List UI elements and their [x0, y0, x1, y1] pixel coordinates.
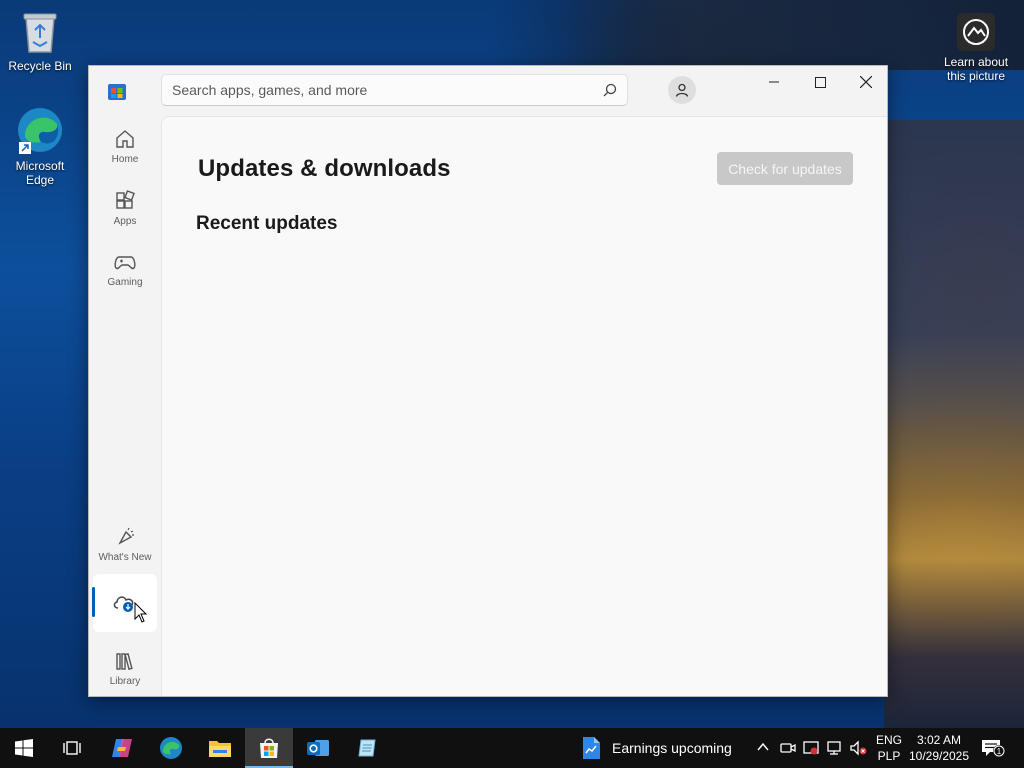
meet-now-icon[interactable]	[780, 740, 796, 756]
folder-icon	[209, 741, 231, 757]
whats-new-icon	[118, 527, 134, 545]
mouse-pointer-icon	[134, 602, 148, 623]
copilot-icon	[112, 739, 132, 757]
language-line-2: PLP	[877, 749, 901, 763]
title-bar	[89, 66, 887, 116]
network-icon[interactable]	[827, 740, 843, 756]
search-box[interactable]	[161, 74, 628, 106]
sidebar-nav: Home Apps Gaming What's New Library	[89, 116, 161, 696]
sidebar-item-label: Home	[111, 153, 139, 165]
search-input[interactable]	[162, 75, 627, 105]
store-icon	[260, 738, 278, 758]
system-clock[interactable]: 3:02 AM 10/29/2025	[908, 732, 970, 764]
taskbar-file-explorer[interactable]	[196, 728, 244, 768]
taskbar-copilot[interactable]	[98, 728, 146, 768]
sidebar-item-label: Gaming	[107, 276, 143, 288]
clock-time: 3:02 AM	[916, 733, 962, 747]
microsoft-edge-label: Microsoft Edge	[15, 159, 65, 187]
news-widget[interactable]: Earnings upcoming	[580, 728, 732, 768]
close-icon	[860, 76, 872, 88]
sidebar-item-label: Apps	[113, 215, 137, 227]
desktop-icon-microsoft-edge[interactable]: Microsoft Edge	[2, 104, 78, 187]
taskbar-notepad[interactable]	[343, 728, 391, 768]
edge-icon	[18, 108, 62, 154]
outlook-icon	[307, 740, 329, 756]
notification-count: 1	[997, 747, 1002, 756]
page-title: Updates & downloads	[198, 155, 451, 182]
minimize-icon	[769, 81, 779, 83]
sidebar-item-gaming[interactable]: Gaming	[93, 242, 157, 298]
edge-icon	[160, 737, 182, 759]
recycle-bin-label: Recycle Bin	[8, 59, 72, 73]
gamepad-icon	[114, 255, 136, 269]
microsoft-store-window: Home Apps Gaming What's New	[88, 65, 888, 697]
desktop-icon-recycle-bin[interactable]: Recycle Bin	[2, 8, 78, 73]
desktop-icon-learn-about-picture[interactable]: Learn about this picture	[936, 12, 1016, 83]
sidebar-item-label: What's New	[98, 551, 152, 563]
news-headline: Earnings upcoming	[612, 740, 732, 756]
camera-info-icon	[957, 13, 995, 51]
learn-about-picture-label: Learn about this picture	[943, 55, 1009, 83]
volume-muted-icon[interactable]	[850, 740, 868, 756]
recycle-bin-icon	[23, 13, 57, 53]
stock-news-icon	[583, 737, 600, 759]
maximize-icon	[814, 76, 826, 88]
task-view-button[interactable]	[48, 728, 96, 768]
taskbar: Earnings upcoming ENG PLP 3:02 AM 10/29/…	[0, 728, 1024, 768]
sidebar-item-whats-new[interactable]: What's New	[93, 516, 157, 572]
task-view-icon	[63, 741, 81, 755]
notification-center-button[interactable]: 1	[980, 738, 1006, 763]
maximize-button[interactable]	[797, 66, 843, 98]
clock-date: 10/29/2025	[908, 749, 970, 763]
sidebar-item-apps[interactable]: Apps	[93, 180, 157, 236]
close-button[interactable]	[843, 66, 889, 98]
input-language-indicator[interactable]: ENG PLP	[876, 732, 902, 764]
user-icon	[675, 83, 689, 97]
store-logo-icon	[108, 84, 126, 100]
sidebar-item-library[interactable]: Library	[93, 640, 157, 696]
sidebar-item-home[interactable]: Home	[93, 118, 157, 174]
account-button[interactable]	[668, 76, 696, 104]
library-icon	[116, 652, 133, 670]
windows-logo-icon	[15, 739, 33, 757]
security-icon[interactable]	[803, 740, 819, 756]
start-button[interactable]	[0, 728, 48, 768]
active-indicator	[92, 587, 95, 617]
notification-icon: 1	[982, 740, 1005, 757]
recent-updates-heading: Recent updates	[196, 213, 338, 234]
minimize-button[interactable]	[751, 66, 797, 98]
language-line-1: ENG	[876, 733, 903, 747]
search-icon[interactable]	[603, 83, 617, 97]
wallpaper-rock-right	[884, 120, 1024, 730]
apps-icon	[116, 189, 135, 209]
taskbar-outlook[interactable]	[294, 728, 342, 768]
notepad-icon	[358, 739, 376, 757]
chevron-up-icon[interactable]	[756, 740, 770, 754]
updates-page: Updates & downloads Check for updates Re…	[161, 116, 887, 696]
taskbar-microsoft-store[interactable]	[245, 728, 293, 768]
taskbar-edge[interactable]	[147, 728, 195, 768]
home-icon	[116, 129, 134, 148]
sidebar-item-label: Library	[109, 675, 141, 687]
check-for-updates-button[interactable]: Check for updates	[717, 152, 853, 185]
